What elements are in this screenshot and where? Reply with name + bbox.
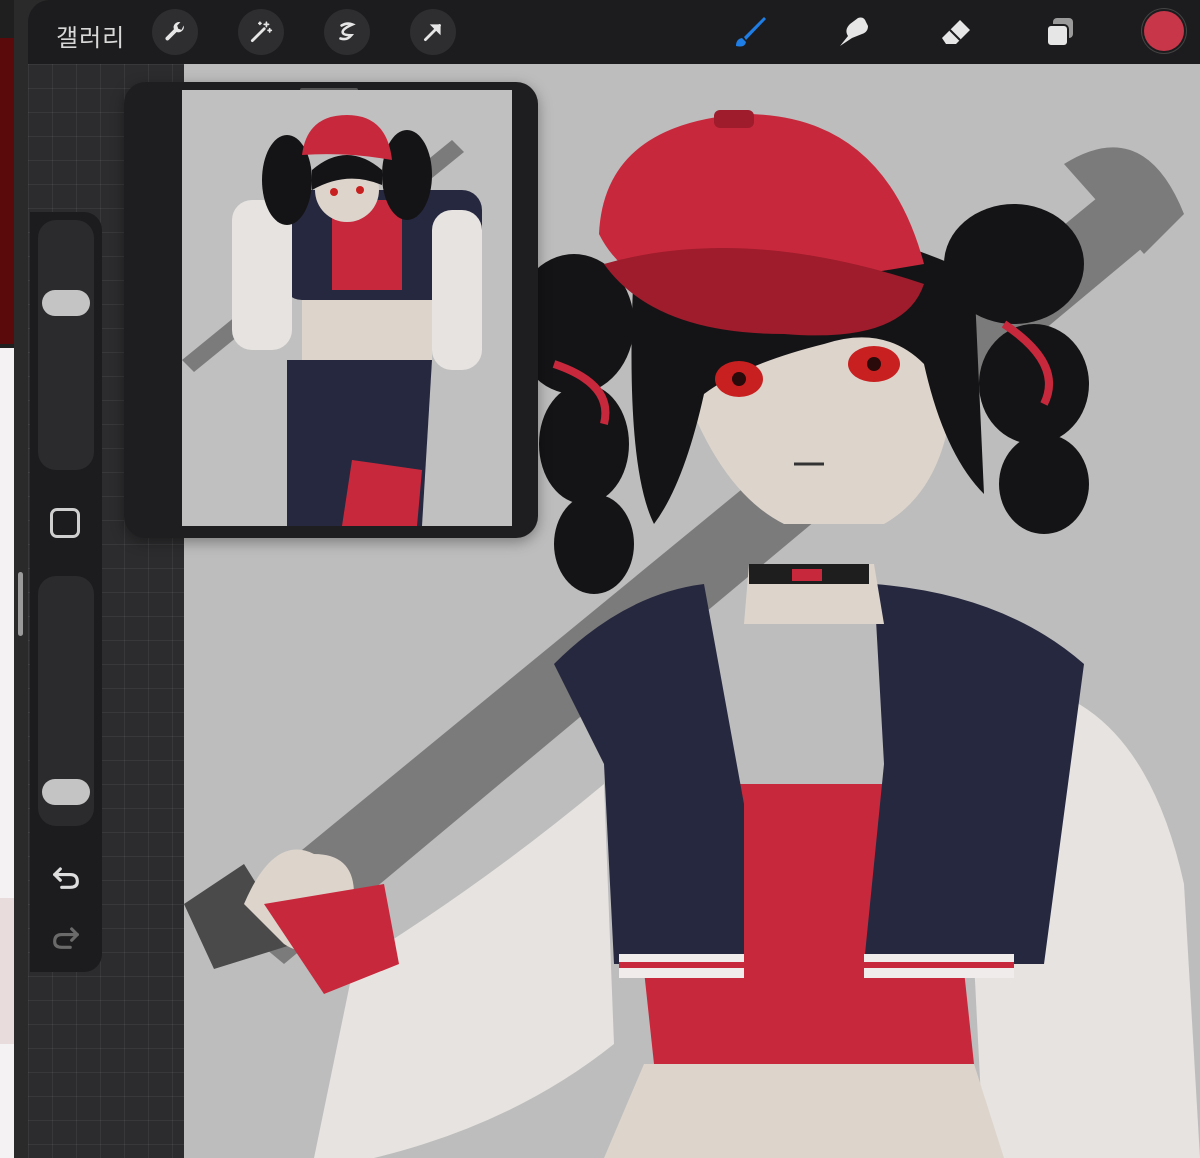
reference-image	[182, 90, 512, 526]
brush-opacity-slider-knob[interactable]	[42, 779, 90, 806]
smudge-icon[interactable]	[832, 10, 876, 54]
eraser-icon[interactable]	[934, 10, 978, 54]
split-app-pink-region	[0, 898, 14, 1044]
top-toolbar: 갤러리	[28, 0, 1200, 64]
brush-size-slider-knob[interactable]	[42, 289, 90, 316]
brush-icon[interactable]	[728, 10, 772, 54]
gallery-button[interactable]: 갤러리	[56, 18, 125, 53]
left-sidebar	[30, 212, 102, 972]
undo-icon[interactable]	[46, 856, 86, 896]
split-view-handle[interactable]	[18, 572, 23, 636]
brush-size-slider[interactable]	[38, 220, 94, 470]
selection-s-icon[interactable]	[324, 9, 370, 55]
layers-icon[interactable]	[1038, 10, 1082, 54]
brush-opacity-slider[interactable]	[38, 576, 94, 826]
wrench-icon[interactable]	[152, 9, 198, 55]
split-app-red-region	[0, 38, 14, 344]
redo-icon[interactable]	[46, 916, 86, 956]
split-view-app-strip	[0, 0, 14, 1158]
reference-window[interactable]	[124, 82, 538, 538]
magic-wand-icon[interactable]	[238, 9, 284, 55]
transform-arrow-icon[interactable]	[410, 9, 456, 55]
modify-square-icon[interactable]	[50, 508, 80, 538]
color-picker-button[interactable]	[1144, 11, 1184, 51]
